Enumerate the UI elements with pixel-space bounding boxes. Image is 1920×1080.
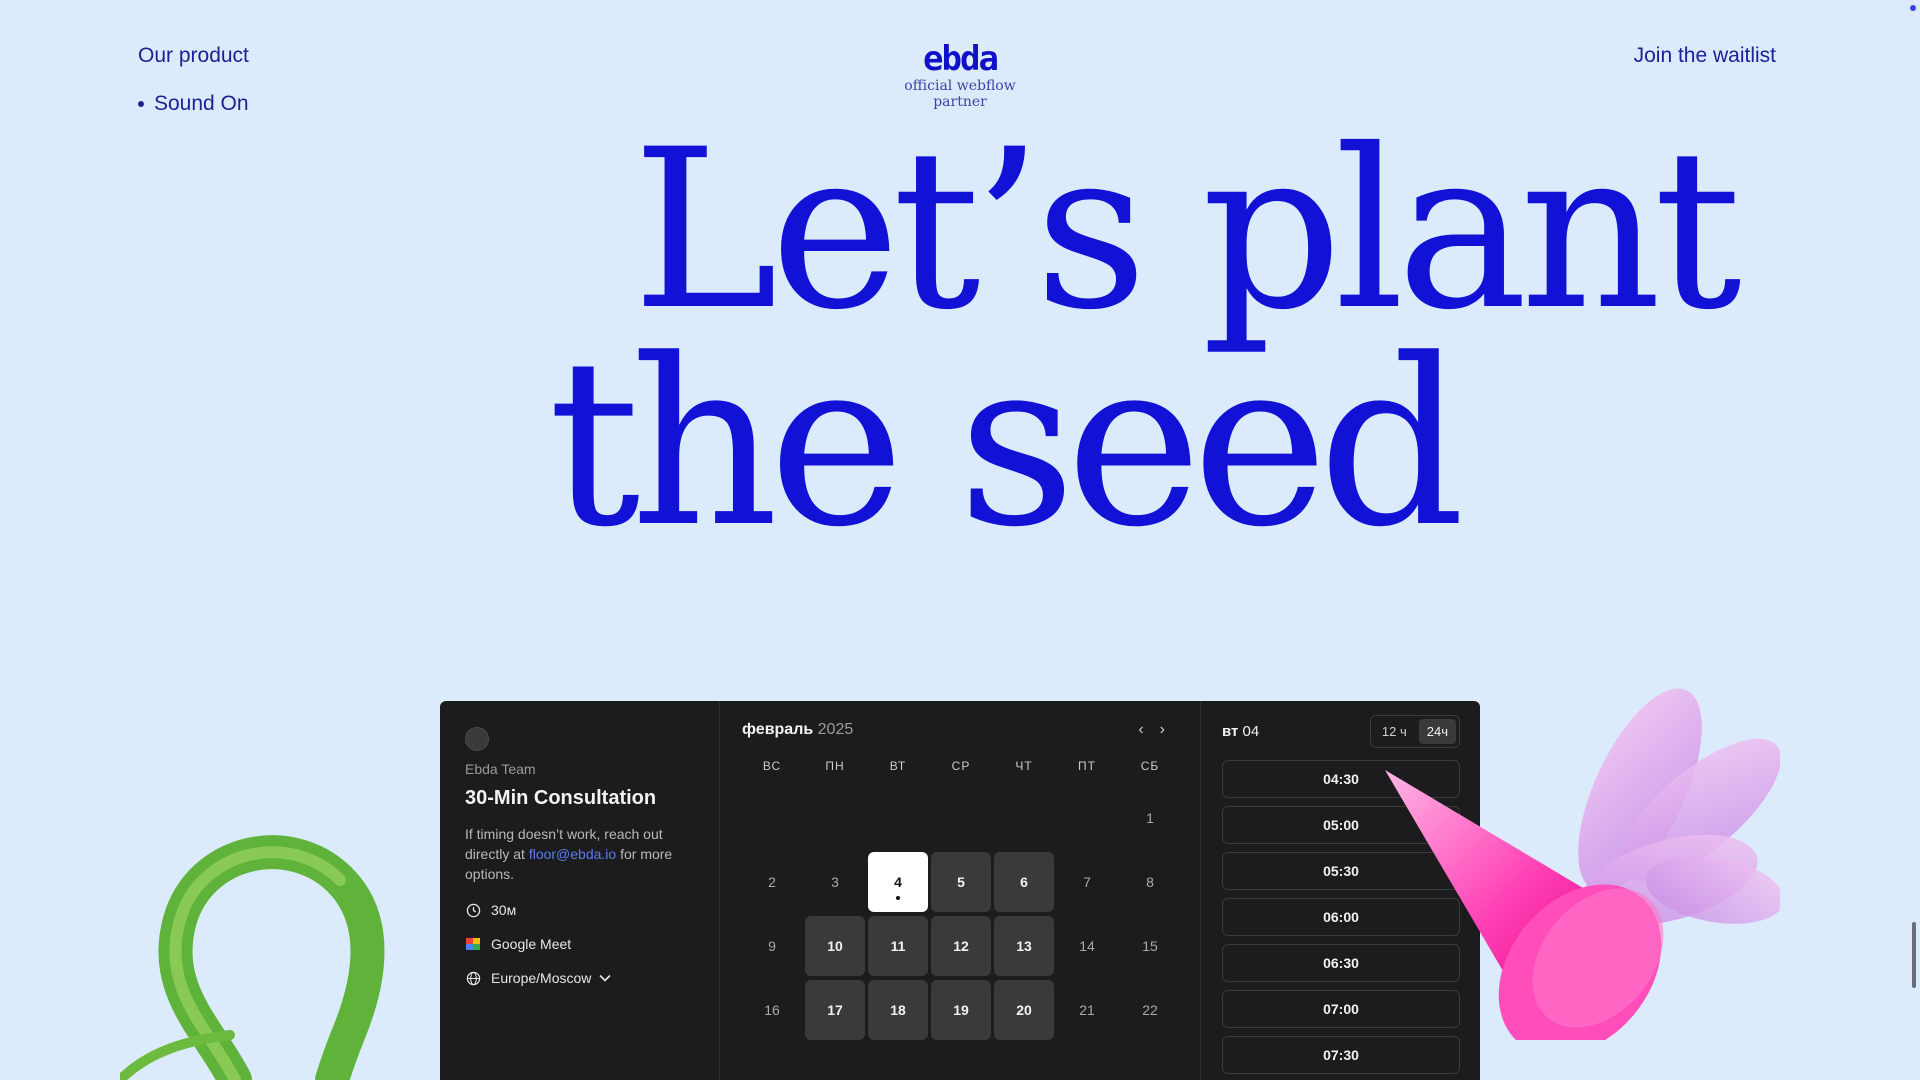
day-cell[interactable]: 17 [805,980,865,1040]
weekday-label: ВС [762,759,782,773]
day-cell: 1 [1146,810,1154,826]
day-cell: 3 [831,874,839,890]
time-slot-button[interactable]: 07:30 [1222,1036,1460,1074]
booking-widget: Ebda Team 30-Min Consultation If timing … [440,701,1480,1080]
empty-day-cell [742,788,802,848]
avatar [465,727,489,751]
day-cell[interactable]: 20 [994,980,1054,1040]
empty-day-cell [931,788,991,848]
logo-wordmark: ebda [923,39,999,79]
hero-title-line1: Let’s plant [632,102,1742,358]
day-cell[interactable]: 12 [931,916,991,976]
weekday-label: СР [951,759,971,773]
day-cell: 7 [1083,874,1091,890]
day-cell: 14 [1079,938,1095,954]
our-product-link[interactable]: Our product [138,44,249,68]
sound-toggle[interactable]: Sound On [138,92,249,116]
selected-day-number: 04 [1242,723,1260,740]
clock-icon [465,902,481,918]
timezone-select[interactable]: Europe/Moscow [465,970,694,986]
day-cell: 21 [1079,1002,1095,1018]
month-name: февраль [742,721,814,738]
join-waitlist-link[interactable]: Join the waitlist [1634,44,1776,68]
event-description: If timing doesn’t work, reach out direct… [465,824,694,884]
globe-icon [465,970,481,986]
weekday-label: ЧТ [1015,759,1033,773]
day-grid: 1 2 3 4 5 6 7 8 9 10 11 12 13 14 15 16 17 18 19 20 21 22 [742,788,1179,1040]
platform-row: Google Meet [465,936,694,952]
timezone-label: Europe/Moscow [491,970,592,986]
day-cell: 16 [764,1002,780,1018]
chevron-down-icon [599,974,611,982]
sound-label: Sound On [154,92,249,115]
page-scrollbar[interactable] [1912,922,1916,988]
calendar-header: февраль 2025 ‹ › [742,721,1179,739]
day-cell: 2 [768,874,776,890]
year-label: 2025 [817,721,854,738]
month-navigation: ‹ › [1138,721,1165,739]
weekday-label: ПТ [1078,759,1096,773]
day-cell: 22 [1142,1002,1158,1018]
day-cell: 8 [1146,874,1154,890]
chevron-right-icon[interactable]: › [1160,721,1165,739]
day-cell[interactable]: 5 [931,852,991,912]
duration-row: 30м [465,902,694,918]
green-sprout-illustration [120,835,385,1080]
weekday-label: СБ [1140,759,1160,773]
day-cell[interactable]: 18 [868,980,928,1040]
duration-label: 30м [491,902,517,918]
day-cell: 9 [768,938,776,954]
selected-day-cell[interactable]: 4 [868,852,928,912]
selected-date-label: вт 04 [1222,723,1259,740]
ebda-logo[interactable]: ebda official webflow partner [886,42,1034,110]
team-name: Ebda Team [465,761,536,777]
email-link[interactable]: floor@ebda.io [529,846,616,862]
chevron-left-icon[interactable]: ‹ [1138,721,1143,739]
event-info-pane: Ebda Team 30-Min Consultation If timing … [440,701,720,1080]
day-cell[interactable]: 19 [931,980,991,1040]
sound-dot-icon [138,101,144,107]
status-dot [1910,5,1916,11]
hero-title-line2: the seed [548,311,1465,578]
day-cell[interactable]: 11 [868,916,928,976]
day-cell[interactable]: 13 [994,916,1054,976]
google-meet-icon [465,936,481,952]
day-cell[interactable]: 6 [994,852,1054,912]
weekday-label: ПН [825,759,845,773]
day-cell[interactable]: 10 [805,916,865,976]
month-label: февраль 2025 [742,721,853,739]
platform-label: Google Meet [491,936,572,952]
pink-cone-illustration [1385,688,1780,1040]
weekday-header: ВС ПН ВТ СР ЧТ ПТ СБ [742,759,1179,773]
empty-day-cell [805,788,865,848]
event-title: 30-Min Consultation [465,787,657,809]
day-cell: 15 [1142,938,1158,954]
empty-day-cell [868,788,928,848]
selected-day-name: вт [1222,723,1239,740]
nav-left: Our product Sound On [138,44,249,116]
empty-day-cell [994,788,1054,848]
weekday-label: ВТ [889,759,907,773]
calendar-pane: февраль 2025 ‹ › ВС ПН ВТ СР ЧТ ПТ СБ 12345678… [721,701,1201,1080]
empty-day-cell [1057,788,1117,848]
